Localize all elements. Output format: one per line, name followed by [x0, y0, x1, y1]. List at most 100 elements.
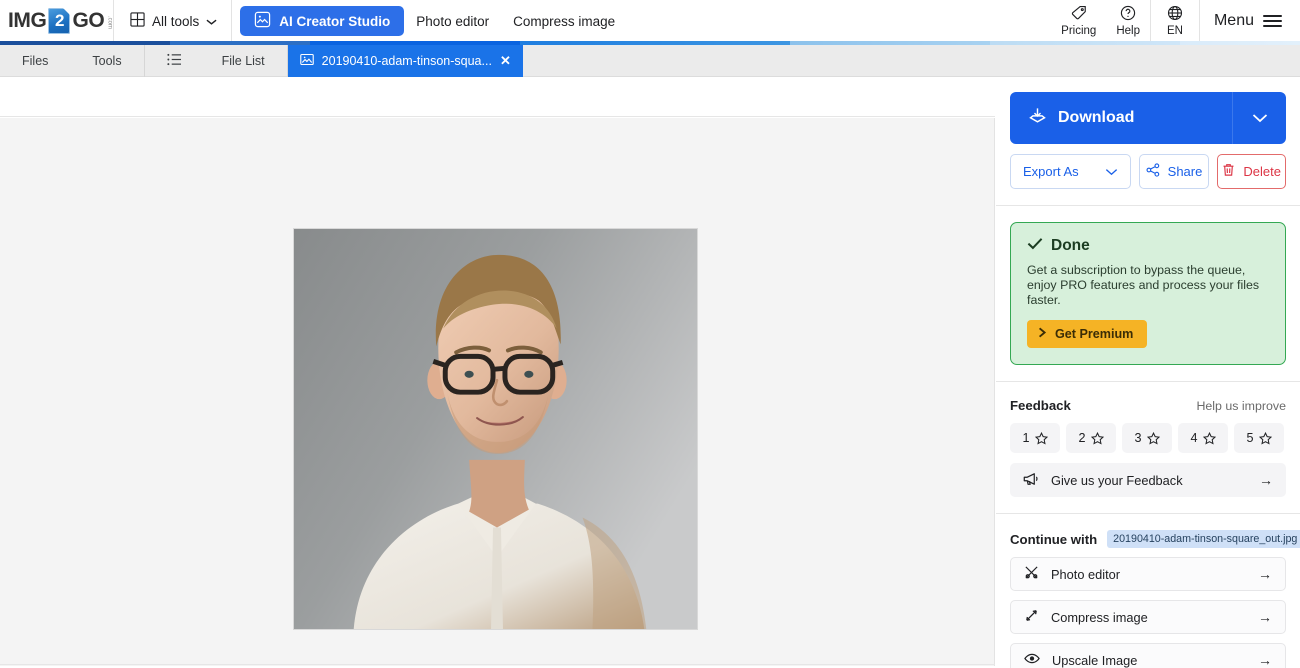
- rating-value-4: 4: [1190, 431, 1198, 445]
- logo-text-img: IMG: [8, 9, 47, 32]
- star-icon: [1034, 431, 1048, 444]
- export-as-button[interactable]: Export As: [1010, 154, 1131, 189]
- nav-primary-group: All tools AI Creator Studio Photo editor…: [114, 0, 627, 42]
- star-icon: [1146, 431, 1160, 444]
- compress-icon: [1024, 608, 1039, 626]
- delete-label: Delete: [1243, 164, 1281, 179]
- globe-icon: [1167, 5, 1183, 24]
- tag-icon: [1071, 5, 1087, 24]
- download-button-group: Download: [1010, 92, 1286, 144]
- file-list-label: File List: [221, 54, 265, 68]
- continue-with-filename: 20190410-adam-tinson-square_out.jpg: [1107, 530, 1300, 548]
- share-button[interactable]: Share: [1138, 154, 1210, 189]
- logo-text-go: GO: [72, 9, 105, 32]
- eye-icon: [1024, 652, 1040, 668]
- rating-value-5: 5: [1246, 431, 1254, 445]
- logo-tld: .com: [106, 16, 113, 30]
- tab-tools[interactable]: Tools: [70, 45, 143, 77]
- nav-link-compress-image[interactable]: Compress image: [501, 0, 627, 42]
- feedback-header: Feedback Help us improve: [1010, 398, 1286, 413]
- arrow-right-icon: →: [1258, 609, 1272, 625]
- share-label: Share: [1167, 164, 1203, 179]
- site-logo[interactable]: IMG 2 GO .com: [0, 0, 114, 42]
- export-as-label: Export As: [1023, 164, 1079, 179]
- continue-option-upscale-image[interactable]: Upscale Image →: [1010, 643, 1286, 668]
- help-button[interactable]: Help: [1106, 0, 1150, 42]
- give-feedback-button[interactable]: Give us your Feedback →: [1010, 463, 1286, 497]
- all-tools-button[interactable]: All tools: [114, 0, 231, 42]
- get-premium-button[interactable]: Get Premium: [1027, 320, 1148, 348]
- logo-document-icon: 2: [48, 8, 71, 34]
- file-tab-strip: Files Tools File List 20190410-adam-tins…: [0, 45, 1300, 77]
- share-icon: [1146, 163, 1160, 180]
- nav-link-photo-editor[interactable]: Photo editor: [404, 0, 501, 42]
- language-label: EN: [1166, 25, 1183, 37]
- active-file-tab[interactable]: 20190410-adam-tinson-squa... ✕: [287, 45, 523, 77]
- rating-button-4[interactable]: 4: [1178, 423, 1228, 453]
- ai-creator-studio-label: AI Creator Studio: [279, 13, 391, 29]
- nav-divider: [231, 0, 233, 42]
- megaphone-icon: [1023, 472, 1039, 489]
- download-label: Download: [1058, 109, 1135, 126]
- pricing-label: Pricing: [1061, 25, 1097, 37]
- status-title-row: Done: [1027, 237, 1269, 255]
- logo-mark: IMG 2 GO .com: [8, 8, 112, 34]
- image-preview-canvas: [0, 118, 995, 666]
- rating-button-3[interactable]: 3: [1122, 423, 1172, 453]
- language-selector[interactable]: EN: [1157, 0, 1193, 42]
- rating-value-2: 2: [1078, 431, 1086, 445]
- grid-icon: [130, 12, 145, 30]
- chevron-down-icon: [206, 14, 217, 29]
- secondary-actions-row: Export As Share Delete: [1010, 154, 1286, 189]
- trash-icon: [1222, 163, 1235, 180]
- chevron-down-icon: [1252, 114, 1267, 123]
- chevron-down-icon: [1105, 168, 1117, 175]
- continue-option-label-0: Photo editor: [1051, 566, 1121, 582]
- feedback-subtitle: Help us improve: [1196, 399, 1286, 413]
- pricing-button[interactable]: Pricing: [1051, 0, 1106, 42]
- star-icon: [1090, 431, 1104, 444]
- help-label: Help: [1116, 25, 1140, 37]
- give-feedback-label: Give us your Feedback: [1051, 472, 1183, 488]
- star-icon: [1258, 431, 1272, 444]
- rating-buttons-row: 1 2 3 4 5: [1010, 423, 1286, 453]
- panel-divider-2: [996, 381, 1300, 382]
- continue-option-photo-editor[interactable]: Photo editor →: [1010, 557, 1286, 591]
- delete-button[interactable]: Delete: [1217, 154, 1286, 189]
- continue-option-label-2: Upscale Image: [1052, 652, 1138, 668]
- img2go-app: IMG 2 GO .com All tools AI Creator Studi…: [0, 0, 1300, 668]
- rating-button-2[interactable]: 2: [1066, 423, 1116, 453]
- logo-digit: 2: [54, 11, 64, 30]
- top-navigation-bar: IMG 2 GO .com All tools AI Creator Studi…: [0, 0, 1300, 42]
- status-title: Done: [1051, 237, 1090, 254]
- feedback-title: Feedback: [1010, 398, 1071, 413]
- hamburger-icon: [1263, 14, 1282, 28]
- continue-option-label-1: Compress image: [1051, 609, 1148, 625]
- tab-files[interactable]: Files: [0, 45, 70, 77]
- right-side-panel: Download Export As Share Delete Done Get…: [996, 78, 1300, 668]
- canvas-bottom-divider: [0, 664, 995, 665]
- all-tools-label: All tools: [152, 13, 200, 29]
- continue-with-header: Continue with 20190410-adam-tinson-squar…: [1010, 530, 1300, 548]
- photo-editor-icon: [1024, 565, 1039, 583]
- rating-button-5[interactable]: 5: [1234, 423, 1284, 453]
- tab-file-list[interactable]: File List: [145, 45, 287, 77]
- ai-image-icon: [254, 11, 271, 31]
- get-premium-label: Get Premium: [1055, 327, 1134, 341]
- image-file-icon: [299, 53, 314, 69]
- preview-image[interactable]: [293, 228, 698, 630]
- ai-creator-studio-button[interactable]: AI Creator Studio: [240, 6, 405, 36]
- close-icon[interactable]: ✕: [500, 53, 511, 69]
- download-button[interactable]: Download: [1010, 92, 1232, 144]
- download-dropdown-toggle[interactable]: [1232, 92, 1286, 144]
- page-load-progress-bar: [0, 41, 1300, 45]
- menu-button[interactable]: Menu: [1200, 12, 1300, 30]
- menu-label: Menu: [1213, 12, 1254, 29]
- arrow-right-icon: →: [1258, 652, 1272, 668]
- rating-value-1: 1: [1022, 431, 1030, 445]
- continue-option-compress-image[interactable]: Compress image →: [1010, 600, 1286, 634]
- continue-with-title: Continue with: [1010, 531, 1098, 547]
- rating-button-1[interactable]: 1: [1010, 423, 1060, 453]
- status-description: Get a subscription to bypass the queue, …: [1027, 263, 1260, 307]
- download-icon: [1028, 106, 1047, 130]
